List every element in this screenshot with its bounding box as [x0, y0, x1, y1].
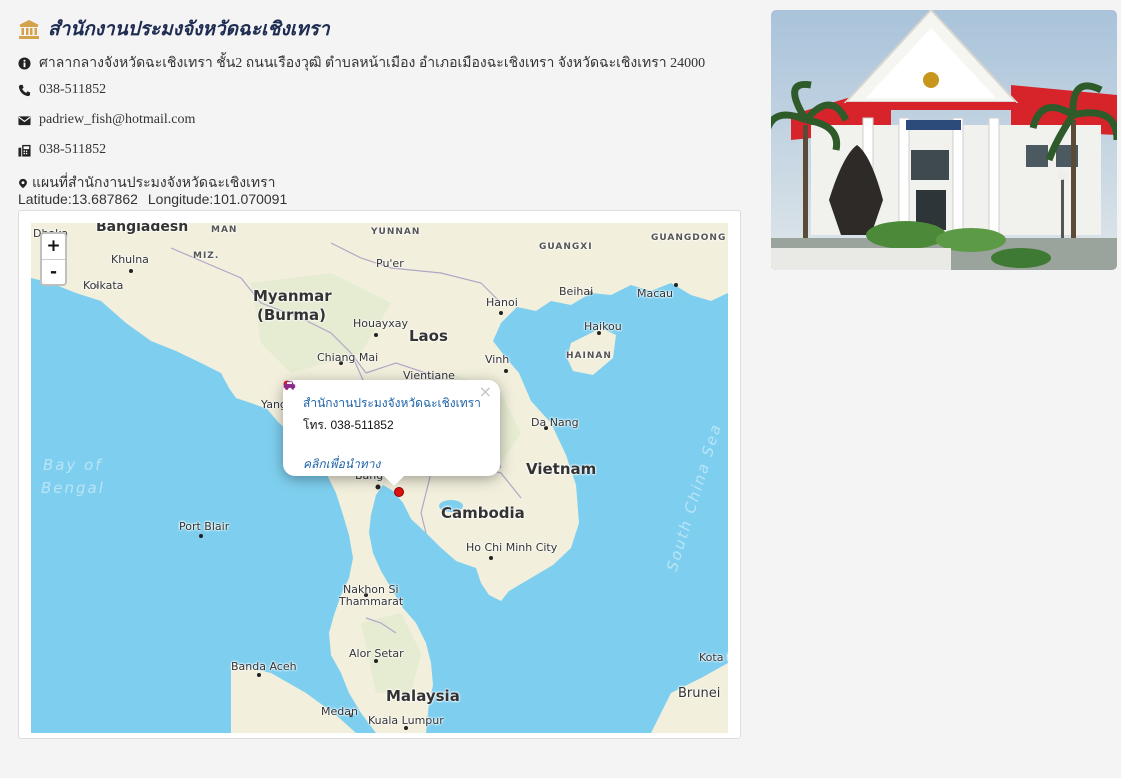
label-yunnan: YUNNAN: [371, 227, 421, 237]
email-row: padriew_fish@hotmail.com: [18, 112, 195, 128]
label-alorsetar: Alor Setar: [349, 647, 404, 660]
label-bangladesh: Bangladesh: [96, 223, 189, 235]
label-myanmar: Myanmar: [253, 287, 332, 305]
label-chiangmai: Chiang Mai: [317, 351, 379, 364]
label-hochiminh: Ho Chi Minh City: [466, 541, 558, 554]
city-dot-hochiminh: [489, 556, 493, 560]
latitude-text: Latitude:13.687862: [18, 191, 138, 207]
label-man: MAN: [211, 225, 238, 235]
label-portblair: Port Blair: [179, 520, 230, 533]
label-haikou: Haikou: [584, 320, 622, 333]
label-brunei: Brunei: [678, 686, 721, 701]
label-puer: Pu'er: [376, 257, 404, 270]
address-row: ศาลากลางจังหวัดฉะเชิงเทรา ชั้น2 ถนนเรือง…: [18, 52, 705, 74]
zoom-in-button[interactable]: +: [42, 234, 65, 259]
label-thammarat: Thammarat: [339, 595, 404, 608]
label-beihai: Beihai: [559, 285, 594, 298]
label-houayxay: Houayxay: [353, 317, 408, 330]
phone-icon: [18, 84, 31, 96]
label-bengal: Bengal: [41, 479, 105, 497]
label-kotak: Kota K: [699, 651, 728, 664]
label-kualalumpur: Kuala Lumpur: [368, 714, 444, 727]
envelope-icon: [18, 115, 31, 125]
city-dot-hanoi: [499, 311, 503, 315]
label-vietnam: Vietnam: [526, 460, 597, 478]
fax-row: 038-511852: [18, 142, 106, 158]
popup-title-row: สำนักงานประมงจังหวัดฉะเชิงเทรา: [283, 380, 484, 413]
info-icon: [18, 56, 31, 70]
label-guangdong: GUANGDONG: [651, 233, 727, 243]
city-dot-khulna: [129, 269, 133, 273]
land-sumatra: [231, 663, 356, 733]
label-khulna: Khulna: [111, 253, 149, 266]
directions-text: คลิกเพื่อนำทาง: [303, 457, 381, 471]
label-bandaaceh: Banda Aceh: [231, 660, 297, 673]
city-dot-macau: [674, 283, 678, 287]
phone-row: 038-511852: [18, 82, 106, 98]
zoom-control: + -: [40, 232, 67, 286]
email-text[interactable]: padriew_fish@hotmail.com: [39, 112, 195, 128]
label-miz: MIZ.: [193, 251, 220, 261]
city-dot-vinh: [504, 369, 508, 373]
coordinates: Latitude:13.687862 Longitude:101.070091: [18, 191, 287, 207]
label-guangxi: GUANGXI: [539, 242, 593, 252]
phone-text: 038-511852: [39, 82, 107, 97]
label-vinh: Vinh: [485, 353, 510, 366]
city-dot-bangkok: [375, 484, 381, 490]
page-title: สำนักงานประมงจังหวัดฉะเชิงเทรา: [48, 18, 330, 40]
popup-title: สำนักงานประมงจังหวัดฉะเชิงเทรา: [303, 396, 481, 410]
map-marker-icon: [19, 178, 27, 188]
label-burma: (Burma): [257, 306, 326, 324]
directions-link[interactable]: คลิกเพื่อนำทาง: [283, 381, 484, 474]
popup-close-button[interactable]: ×: [479, 382, 492, 401]
map-card: Dhaka Bangladesh MAN YUNNAN GUANGXI GUAN…: [18, 210, 741, 739]
label-medan: Medan: [321, 705, 358, 718]
label-cambodia: Cambodia: [441, 504, 525, 522]
city-dot-portblair: [199, 534, 203, 538]
bank-icon: [19, 20, 39, 39]
city-dot-houayxay: [374, 333, 378, 337]
map-view[interactable]: Dhaka Bangladesh MAN YUNNAN GUANGXI GUAN…: [31, 223, 728, 733]
location-marker[interactable]: [394, 487, 404, 497]
label-danang: Da Nang: [531, 416, 579, 429]
longitude-text: Longitude:101.070091: [147, 191, 288, 207]
address-text: ศาลากลางจังหวัดฉะเชิงเทรา ชั้น2 ถนนเรือง…: [39, 56, 706, 71]
label-kolkata: Kolkata: [83, 279, 124, 292]
label-hainan: HAINAN: [566, 351, 612, 361]
label-laos: Laos: [409, 327, 448, 345]
fax-icon: [18, 144, 31, 157]
label-hanoi: Hanoi: [486, 296, 518, 309]
fax-text: 038-511852: [39, 142, 107, 157]
building-photo: [771, 10, 1117, 270]
car-icon: [283, 381, 296, 390]
label-malaysia: Malaysia: [386, 687, 460, 705]
map-popup: × สำนักงานประมงจังหวัดฉะเชิงเทรา โทร. 03…: [283, 380, 500, 486]
page-header: สำนักงานประมงจังหวัดฉะเชิงเทรา: [18, 14, 330, 44]
label-bay-of: Bay of: [43, 456, 103, 474]
label-macau: Macau: [637, 287, 673, 300]
popup-phone: โทร. 038-511852: [303, 418, 394, 432]
zoom-out-button[interactable]: -: [42, 259, 65, 284]
city-dot-bandaaceh: [257, 673, 261, 677]
